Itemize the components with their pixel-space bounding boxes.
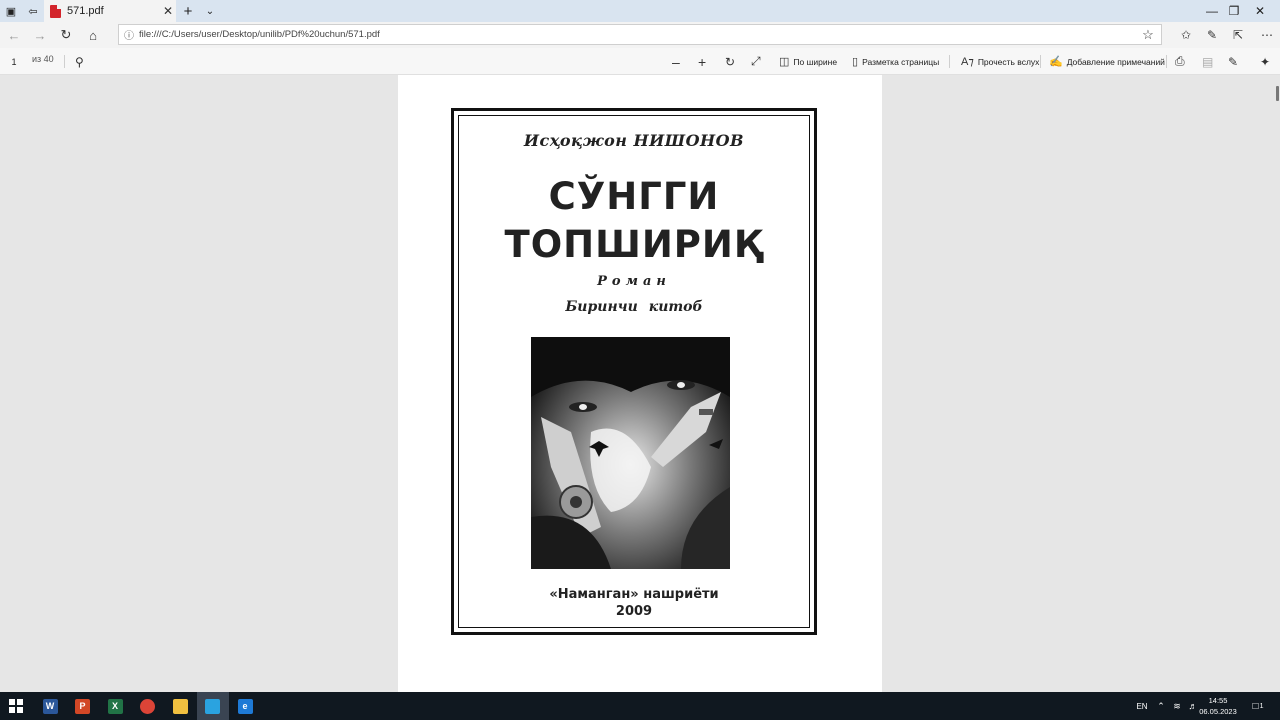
pen-icon: ✍	[1049, 56, 1063, 68]
pdf-file-icon	[50, 4, 61, 18]
cover-title-line1: СЎНГГИ	[548, 175, 720, 218]
info-icon[interactable]: ⓘ	[119, 27, 139, 42]
pdf-toolbar: 1 из 40 ⚲ – + ↻ ⤢ ◫ По ширине ▯ Разметка…	[0, 48, 1280, 75]
cover-author: Исҳоқжон НИШОНОВ	[523, 131, 745, 150]
back-button[interactable]: ←	[3, 25, 25, 45]
excel-icon: X	[107, 698, 123, 714]
refresh-button[interactable]: ↻	[55, 25, 77, 45]
save-icon[interactable]: ▤	[1202, 52, 1213, 71]
fit-width-button[interactable]: ◫ По ширине	[779, 52, 837, 71]
share-icon[interactable]: ⇱	[1227, 25, 1249, 45]
clock-date: 06.05.2023	[1199, 707, 1237, 716]
edge-icon: e	[237, 698, 253, 714]
cover-illustration-drawing	[531, 337, 730, 569]
taskbar: WPXe EN ⌃ ≋ ♬ 14:55 06.05.2023 □ 1	[0, 692, 1280, 720]
windows-logo-icon	[9, 699, 23, 713]
title-bar: ▣ ⇦ 571.pdf ✕ + ⌄ — ❐ ✕	[0, 0, 1280, 22]
file-explorer-icon	[172, 698, 188, 714]
taskbar-app-telegram[interactable]	[196, 692, 229, 720]
powerpoint-icon: P	[75, 698, 90, 714]
taskbar-app-word[interactable]: W	[34, 692, 66, 720]
print-icon[interactable]: ⎙	[1175, 52, 1185, 71]
new-tab-button[interactable]: +	[180, 0, 196, 22]
scrollbar-thumb[interactable]	[1276, 86, 1279, 101]
forward-button[interactable]: →	[29, 25, 51, 45]
cover-publisher: «Наманган» нашриёти	[549, 587, 719, 602]
page-layout-button[interactable]: ▯ Разметка страницы	[852, 52, 939, 71]
search-icon[interactable]: ⚲	[75, 52, 84, 71]
rotate-icon[interactable]: ↻	[725, 52, 735, 71]
fullscreen-icon[interactable]: ⤢	[751, 52, 761, 71]
close-window-button[interactable]: ✕	[1240, 0, 1280, 22]
close-tab-icon[interactable]: ✕	[160, 4, 176, 18]
cover-illustration	[531, 337, 730, 569]
cover-book-number: Биринчи китоб	[565, 299, 703, 315]
notification-icon: □	[1252, 700, 1259, 712]
add-notes-label: Добавление примечаний	[1066, 56, 1165, 67]
fit-width-icon: ◫	[779, 56, 790, 68]
divider	[64, 55, 65, 68]
tab-title: 571.pdf	[67, 5, 104, 17]
cover-title-line2: ТОПШИРИҚ	[504, 223, 764, 266]
page-count: из 40	[32, 54, 54, 64]
tab-actions-icon[interactable]: ▣	[0, 0, 22, 22]
page-layout-label: Разметка страницы	[862, 56, 940, 67]
read-aloud-button[interactable]: A⁊ Прочесть вслух	[961, 52, 1039, 71]
fit-width-label: По ширине	[793, 56, 838, 67]
word-icon: W	[42, 698, 58, 714]
pin-toolbar-icon[interactable]: ✦	[1260, 52, 1270, 71]
clock[interactable]: 14:55 06.05.2023	[1196, 695, 1240, 717]
clock-time: 14:55	[1208, 696, 1228, 705]
cover-year: 2009	[615, 604, 653, 619]
set-aside-tabs-icon[interactable]: ⇦	[22, 0, 44, 22]
language-indicator[interactable]: EN	[1132, 692, 1152, 720]
page-number-input[interactable]: 1	[6, 53, 22, 70]
zoom-out-button[interactable]: –	[672, 52, 680, 71]
cover-genre: Роман	[597, 274, 671, 289]
divider	[949, 55, 950, 68]
more-icon[interactable]: ⋯	[1256, 25, 1278, 45]
url-text[interactable]: file:///C:/Users/user/Desktop/unilib/PDf…	[139, 29, 1135, 40]
divider	[1040, 55, 1041, 68]
taskbar-app-edge[interactable]: e	[229, 692, 261, 720]
address-bar-row: ← → ↻ ⌂ ⓘ file:///C:/Users/user/Desktop/…	[0, 22, 1280, 48]
pen-icon[interactable]: ✎	[1201, 25, 1223, 45]
divider	[1166, 55, 1167, 68]
start-button[interactable]	[0, 692, 32, 720]
show-hidden-icons-chevron-icon[interactable]: ⌃	[1154, 692, 1168, 720]
address-field[interactable]: ⓘ file:///C:/Users/user/Desktop/unilib/P…	[118, 24, 1162, 45]
taskbar-app-file-explorer[interactable]	[164, 692, 196, 720]
tab-pdf[interactable]: 571.pdf ✕	[44, 0, 176, 22]
taskbar-app-powerpoint[interactable]: P	[67, 692, 99, 720]
notification-center-button[interactable]: □ 1	[1248, 692, 1268, 720]
page-layout-icon: ▯	[852, 56, 859, 68]
book-cover-frame: Исҳоқжон НИШОНОВ СЎНГГИ ТОПШИРИҚ Роман Б…	[451, 108, 817, 635]
tab-list-chevron-icon[interactable]: ⌄	[202, 0, 218, 22]
read-aloud-icon: A⁊	[961, 56, 974, 68]
taskbar-app-excel[interactable]: X	[99, 692, 131, 720]
pdf-page: Исҳоқжон НИШОНОВ СЎНГГИ ТОПШИРИҚ Роман Б…	[398, 75, 882, 692]
taskbar-app-chrome[interactable]	[132, 692, 164, 720]
read-aloud-label: Прочесть вслух	[977, 56, 1040, 67]
chrome-icon	[140, 698, 155, 714]
wifi-icon[interactable]: ≋	[1170, 692, 1184, 720]
home-button[interactable]: ⌂	[82, 25, 104, 45]
notification-count: 1	[1259, 702, 1264, 710]
zoom-in-button[interactable]: +	[698, 52, 706, 71]
favorite-star-icon[interactable]: ☆	[1135, 27, 1161, 43]
document-viewport[interactable]: Исҳоқжон НИШОНОВ СЎНГГИ ТОПШИРИҚ Роман Б…	[0, 75, 1280, 692]
save-as-icon[interactable]: ✎	[1228, 52, 1238, 71]
telegram-icon	[205, 698, 220, 714]
favorites-icon[interactable]: ✩	[1175, 25, 1197, 45]
add-notes-button[interactable]: ✍ Добавление примечаний	[1049, 52, 1165, 71]
